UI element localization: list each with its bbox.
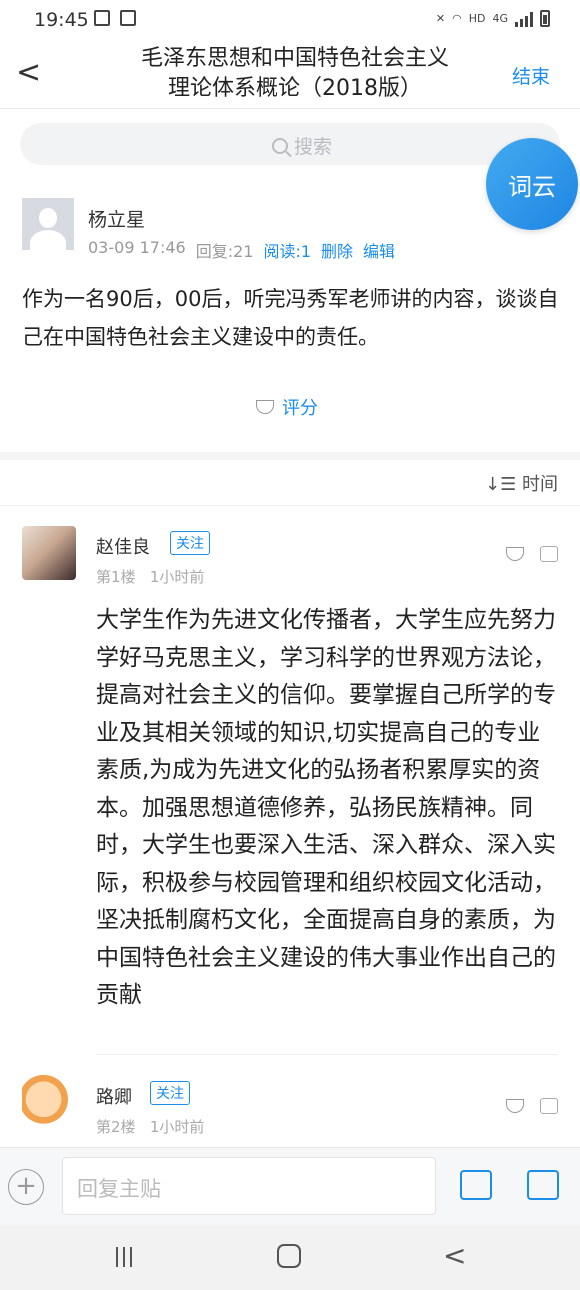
page-title: 毛泽东思想和中国特色社会主义 理论体系概论（2018版）	[100, 44, 490, 104]
wifi-icon: ◠	[452, 12, 462, 25]
home-icon[interactable]	[277, 1244, 301, 1268]
system-nav-bar: <	[0, 1225, 580, 1290]
network-gen-label: 4G	[492, 12, 508, 25]
sort-label: 时间	[522, 474, 558, 495]
battery-icon	[540, 10, 550, 27]
comment-body: 大学生作为先进文化传播者，大学生应先努力学好马克思主义，学习科学的世界观方法论，…	[96, 607, 556, 1008]
signal-icon	[515, 11, 533, 27]
follow-button[interactable]: 关注	[150, 1081, 190, 1105]
end-button[interactable]: 结束	[512, 62, 550, 89]
back-arrow-icon[interactable]: <	[16, 58, 41, 88]
post-reply-count: 回复:21	[195, 242, 254, 261]
edit-link[interactable]: 编辑	[363, 238, 395, 262]
comment-author-name[interactable]: 路卿	[96, 1083, 132, 1109]
follow-button[interactable]: 关注	[170, 531, 210, 555]
recent-apps-icon[interactable]	[116, 1247, 132, 1267]
rate-button[interactable]: 评分	[256, 394, 318, 420]
thumbs-up-icon[interactable]	[540, 546, 558, 562]
flower-icon	[256, 400, 274, 414]
title-line-2: 理论体系概论（2018版）	[168, 76, 422, 101]
word-cloud-button[interactable]: 词云	[486, 138, 578, 230]
app-notification-icon	[120, 10, 136, 26]
comment-author-name[interactable]: 赵佳良	[96, 533, 150, 559]
top-header: < 毛泽东思想和中国特色社会主义 理论体系概论（2018版） 结束	[0, 40, 580, 109]
search-bar[interactable]: 搜索	[20, 123, 560, 165]
plus-icon[interactable]: +	[8, 1169, 44, 1205]
gallery-notification-icon	[94, 10, 110, 26]
comment-avatar[interactable]	[22, 1075, 76, 1129]
comment-floor: 第1楼	[96, 568, 136, 586]
search-placeholder: 搜索	[294, 136, 333, 158]
post-author-name[interactable]: 杨立星	[88, 205, 145, 232]
flower-icon[interactable]	[506, 547, 524, 561]
reply-input[interactable]: 回复主贴	[62, 1157, 436, 1215]
thumbs-up-icon[interactable]	[540, 1098, 558, 1114]
post-date: 03-09 17:46	[88, 238, 186, 257]
search-icon	[272, 137, 288, 154]
flower-icon[interactable]	[506, 1099, 524, 1113]
post-author-avatar[interactable]	[22, 198, 74, 250]
hd-label: HD	[468, 12, 486, 25]
comment-meta: 第2楼 1小时前	[96, 1116, 204, 1137]
delete-link[interactable]: 删除	[321, 238, 353, 262]
post-body: 作为一名90后，00后，听完冯秀军老师讲的内容，谈谈自己在中国特色社会主义建设中…	[22, 287, 559, 349]
status-time: 19:45	[34, 9, 89, 31]
comment-time: 1小时前	[149, 568, 205, 586]
reply-bar: + 回复主贴	[0, 1147, 580, 1226]
section-gap	[0, 452, 580, 460]
share-icon[interactable]	[527, 1170, 559, 1200]
sort-icon: ↓☰	[485, 474, 517, 495]
mute-icon: ✕	[435, 12, 446, 25]
comment-floor: 第2楼	[96, 1118, 136, 1136]
status-bar: 19:45 ✕ ◠ HD 4G	[0, 0, 580, 40]
back-icon[interactable]: <	[443, 1239, 466, 1272]
thumbs-up-icon[interactable]	[460, 1170, 492, 1200]
title-line-1: 毛泽东思想和中国特色社会主义	[140, 46, 449, 71]
comment-meta: 第1楼 1小时前	[96, 566, 204, 587]
sort-toggle[interactable]: ↓☰ 时间	[485, 470, 558, 496]
rate-label: 评分	[282, 398, 318, 419]
post-meta: 03-09 17:46 回复:21 阅读:1 删除 编辑	[88, 238, 395, 262]
comment-avatar[interactable]	[22, 526, 76, 580]
post-read-count[interactable]: 阅读:1	[263, 238, 311, 262]
comment-time: 1小时前	[149, 1118, 205, 1136]
